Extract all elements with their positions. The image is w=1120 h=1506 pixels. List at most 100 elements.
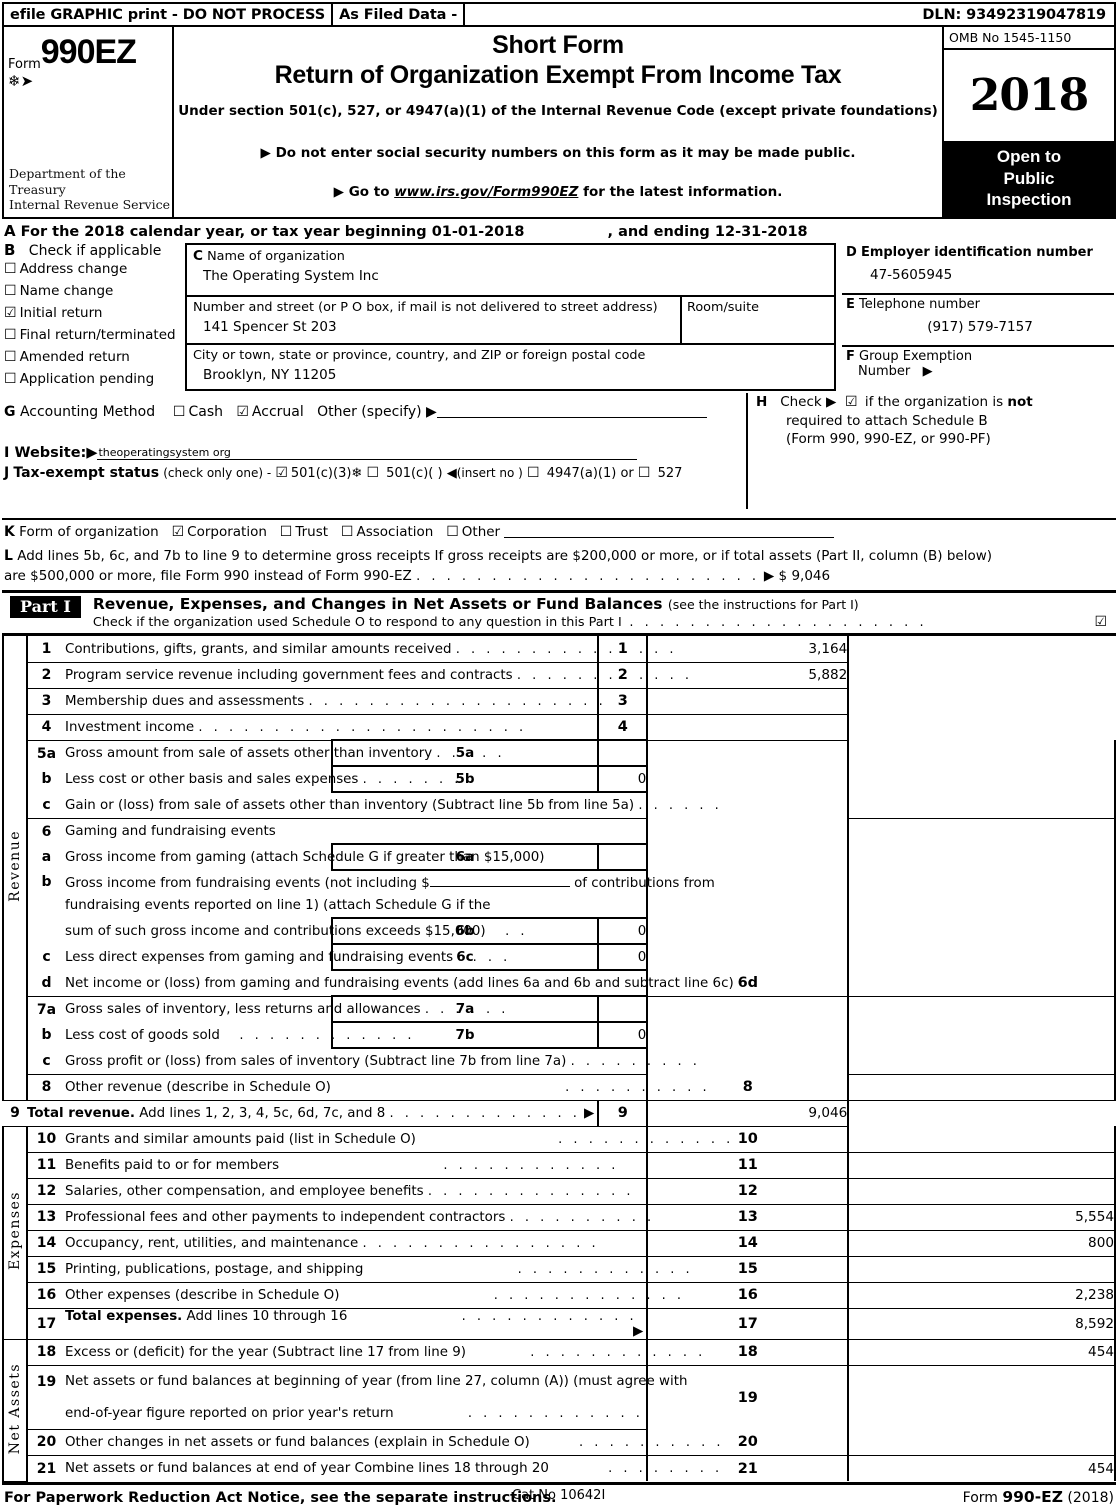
sub-line-value[interactable]: 0	[598, 1021, 649, 1050]
row-value[interactable]: 5,554	[848, 1204, 1116, 1231]
leader-dots: . . . . . . . . . . . .	[224, 1027, 415, 1043]
checkbox-final-return[interactable]: ☐ Final return/terminated	[4, 328, 179, 343]
checkbox-address-change[interactable]: ☐ Address change	[4, 262, 179, 277]
line-a-begin-date[interactable]: 01-01-2018	[432, 224, 525, 240]
table-row: 13 Professional fees and other payments …	[3, 1204, 1116, 1231]
checkbox-initial-return[interactable]: ☑ Initial return	[4, 306, 179, 321]
checkbox-empty-icon[interactable]: ☐	[173, 404, 186, 420]
row-value[interactable]	[848, 740, 1116, 793]
row-value[interactable]: 8,592	[848, 1308, 1116, 1340]
row-number: 20	[27, 1429, 65, 1456]
line-a-tax-year: A For the 2018 calendar year, or tax yea…	[4, 222, 1118, 240]
row-value[interactable]: 454	[848, 1455, 1116, 1482]
row-value[interactable]	[848, 970, 1116, 997]
row-value[interactable]: 9,046	[647, 1100, 850, 1127]
leader-dots: . . . . . . . . . . . . . .	[427, 1183, 634, 1199]
row-value[interactable]	[848, 1178, 1116, 1205]
fundraising-contributions-input[interactable]	[429, 874, 570, 888]
sub-line-value[interactable]	[598, 995, 649, 1024]
section-e-letter: E	[846, 297, 855, 312]
leader-dots: . . . . . . . . . . . .	[443, 1157, 619, 1173]
row-number: b	[41, 874, 52, 891]
org-street-cell: Number and street (or P O box, if mail i…	[187, 297, 682, 343]
checkbox-application-pending[interactable]: ☐ Application pending	[4, 372, 179, 387]
row-number	[27, 894, 65, 918]
row-value[interactable]: 454	[848, 1339, 1116, 1366]
section-e-label: Telephone number	[859, 297, 980, 312]
leader-dots: . . . . . . . . . . . . .	[461, 1308, 653, 1324]
vertical-label-expenses: Expenses	[2, 1126, 28, 1340]
section-k-form-of-organization: K Form of organization ☑ Corporation ☐ Tru…	[4, 524, 1118, 540]
part-i-schedule-o-row: Check if the organization used Schedule …	[93, 614, 1110, 630]
row-value[interactable]	[848, 1074, 1116, 1101]
row-value[interactable]	[848, 792, 1116, 819]
row-value[interactable]: 800	[848, 1230, 1116, 1257]
form-990ez-page: efile GRAPHIC print - DO NOT PROCESS As …	[0, 2, 1120, 1506]
k-other-input[interactable]	[504, 524, 835, 538]
website-value[interactable]: theoperatingsystem org	[97, 446, 638, 460]
row-value[interactable]	[848, 1126, 1116, 1153]
checkbox-empty-icon[interactable]: ☐	[280, 524, 293, 540]
row-desc-text: Gross sales of inventory, less returns a…	[65, 1002, 421, 1018]
checkbox-empty-icon[interactable]: ☐	[446, 524, 459, 540]
section-l-amount[interactable]: 9,046	[791, 568, 830, 584]
checkbox-checked-icon[interactable]: ☑	[236, 404, 249, 420]
org-street-value[interactable]: 141 Spencer St 203	[193, 319, 680, 335]
row-value[interactable]	[647, 714, 850, 741]
row-description: Program service revenue including govern…	[65, 662, 689, 689]
sub-line-value[interactable]	[598, 739, 649, 768]
accounting-other-input[interactable]	[436, 403, 707, 418]
checkbox-empty-icon[interactable]: ☐	[527, 465, 540, 481]
row-value[interactable]: 3,164	[647, 636, 850, 663]
checkbox-checked-icon[interactable]: ☑	[845, 394, 858, 410]
checkbox-empty-icon[interactable]: ☐	[638, 465, 651, 481]
row-value[interactable]	[848, 1152, 1116, 1179]
row-value[interactable]	[848, 1365, 1116, 1430]
checkbox-empty-icon[interactable]: ☐	[341, 524, 354, 540]
checkbox-name-change[interactable]: ☐ Name change	[4, 284, 179, 299]
bullet-arrow-icon: ▶	[260, 145, 271, 161]
sub-line-value[interactable]: 0	[598, 943, 649, 972]
sub-line-value[interactable]: 0	[598, 765, 649, 794]
section-h-line-2: required to attach Schedule B	[786, 412, 988, 429]
phone-value[interactable]: (917) 579-7157	[846, 319, 1114, 335]
checkbox-amended-return[interactable]: ☐ Amended return	[4, 350, 179, 365]
table-row: 15 Printing, publications, postage, and …	[3, 1256, 1116, 1283]
masthead-center: Short Form Return of Organization Exempt…	[174, 27, 944, 217]
row-desc-text: Net assets or fund balances at end of ye…	[65, 1461, 549, 1477]
line-a-letter: A	[4, 222, 16, 240]
status-527-label: 527	[657, 466, 683, 481]
leader-dots: . . . . . . .	[362, 771, 462, 787]
row-value[interactable]	[848, 1256, 1116, 1283]
checkbox-checked-icon[interactable]: ☑	[275, 465, 288, 481]
row-value[interactable]	[848, 818, 1116, 971]
line-a-end-date[interactable]: 12-31-2018	[715, 224, 808, 240]
row-number: 14	[27, 1230, 65, 1257]
row-description: Contributions, gifts, grants, and simila…	[65, 636, 674, 663]
checkbox-empty-icon: ☐	[4, 327, 17, 343]
sections-ghij: G Accounting Method ☐ Cash ☑ Accrual Other…	[2, 391, 1116, 513]
row-number: a	[41, 849, 52, 866]
form-title-main: Return of Organization Exempt From Incom…	[274, 61, 842, 89]
ein-value[interactable]: 47-5605945	[846, 267, 1114, 283]
row-value[interactable]	[848, 996, 1116, 1049]
sub-line-value[interactable]	[598, 843, 649, 872]
row-value[interactable]	[647, 688, 850, 715]
row-value[interactable]	[848, 1429, 1116, 1456]
checkbox-checked-icon[interactable]: ☑	[172, 524, 185, 540]
row-value[interactable]: 2,238	[848, 1282, 1116, 1309]
section-h-letter: H	[756, 394, 768, 410]
row-value[interactable]	[848, 1048, 1116, 1075]
org-name-value[interactable]: The Operating System Inc	[193, 268, 834, 284]
checkbox-checked-icon[interactable]: ☑	[1094, 614, 1107, 630]
sub-line-value[interactable]: 0	[598, 917, 649, 946]
org-name-row: C Name of organization The Operating Sys…	[187, 245, 834, 297]
irs-website-link[interactable]: www.irs.gov/Form990EZ	[394, 184, 578, 200]
status-or-text: or	[620, 466, 634, 481]
org-city-value[interactable]: Brooklyn, NY 11205	[193, 367, 834, 383]
as-filed-data-label: As Filed Data -	[333, 4, 466, 25]
section-l-gross-receipts: L Add lines 5b, 6c, and 7b to line 9 to …	[4, 546, 1118, 586]
checkbox-empty-icon[interactable]: ☐	[366, 465, 379, 481]
section-b-letter: B	[4, 241, 16, 259]
row-number: 18	[27, 1339, 65, 1366]
